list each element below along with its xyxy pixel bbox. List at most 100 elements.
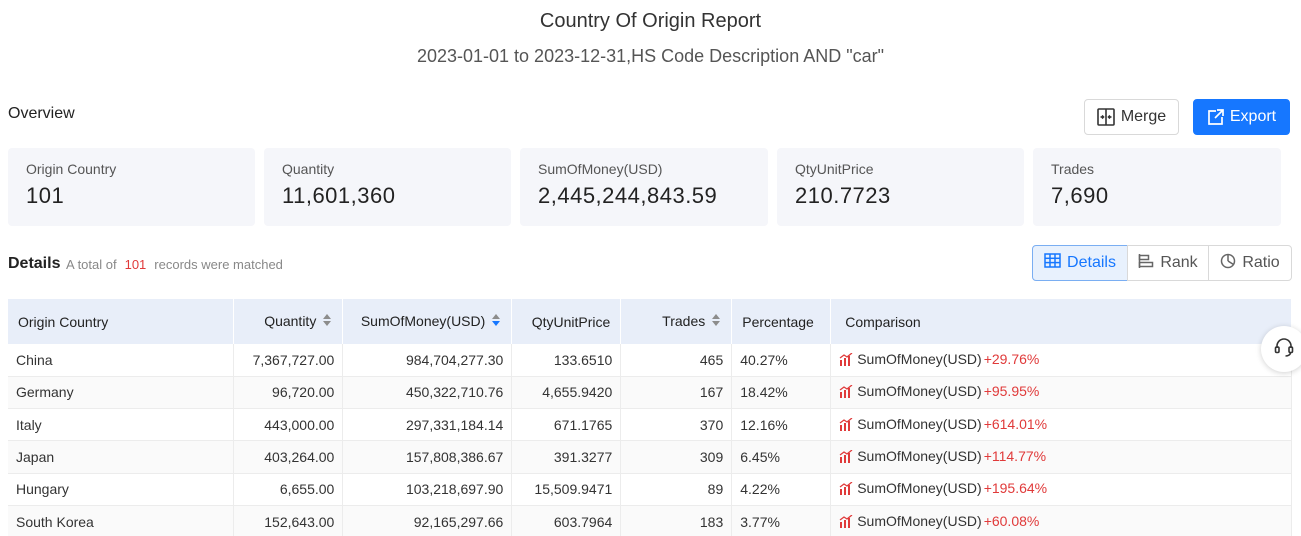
cell-comparison: SumOfMoney(USD) +614.01% — [830, 408, 1292, 442]
support-button[interactable] — [1261, 326, 1301, 372]
cell-sum: 92,165,297.66 — [342, 505, 513, 536]
cell-percentage: 12.16% — [731, 408, 832, 442]
comparison-change: +114.77% — [983, 448, 1047, 465]
comparison-change: +29.76% — [983, 350, 1040, 367]
view-tab-ratio[interactable]: Ratio — [1208, 245, 1292, 281]
trend-up-icon — [839, 384, 853, 401]
comparison-label: SumOfMoney(USD) — [857, 415, 982, 432]
cell-sum: 297,331,184.14 — [342, 408, 513, 442]
view-tab-label: Details — [1067, 254, 1116, 271]
cell-trades: 183 — [620, 505, 733, 536]
sort-icon[interactable] — [711, 313, 721, 330]
table-row[interactable]: Japan 403,264.00 157,808,386.67 391.3277… — [8, 440, 1292, 474]
cell-unit-price: 603.7964 — [511, 505, 622, 536]
cell-percentage: 4.22% — [731, 473, 832, 506]
trend-up-icon — [839, 352, 853, 369]
stat-card-origin-country: Origin Country 101 — [8, 148, 255, 226]
cell-sum: 450,322,710.76 — [342, 376, 513, 410]
cell-quantity: 152,643.00 — [233, 505, 344, 536]
table-row[interactable]: China 7,367,727.00 984,704,277.30 133.65… — [8, 344, 1292, 377]
stat-card-quantity: Quantity 11,601,360 — [264, 148, 511, 226]
comparison-change: +95.95% — [983, 383, 1040, 400]
comparison-label: SumOfMoney(USD) — [857, 448, 982, 465]
headset-icon — [1273, 336, 1295, 363]
column-header-label: Origin Country — [18, 313, 109, 330]
pie-chart-icon — [1220, 253, 1236, 274]
stat-label: Origin Country — [26, 161, 117, 177]
cell-sum: 103,218,697.90 — [342, 473, 513, 506]
comparison-change: +614.01% — [983, 415, 1048, 432]
cell-comparison: SumOfMoney(USD) +29.76% — [830, 344, 1292, 377]
column-header-label: Quantity — [264, 312, 317, 329]
cell-country: Japan — [8, 440, 235, 474]
records-prefix: A total of — [66, 257, 117, 272]
stat-value: 11,601,360 — [282, 183, 396, 208]
view-tab-details[interactable]: Details — [1032, 245, 1128, 281]
cell-country: Italy — [8, 408, 235, 442]
cell-quantity: 7,367,727.00 — [233, 344, 344, 377]
table-row[interactable]: Hungary 6,655.00 103,218,697.90 15,509.9… — [8, 473, 1292, 506]
cell-percentage: 40.27% — [731, 344, 832, 377]
view-tab-label: Ratio — [1242, 254, 1280, 271]
column-header-sum-of-money[interactable]: SumOfMoney(USD) — [342, 299, 513, 344]
cell-unit-price: 671.1765 — [511, 408, 622, 442]
merge-button[interactable]: Merge — [1084, 99, 1179, 135]
view-tab-label: Rank — [1160, 254, 1198, 271]
cell-trades: 370 — [620, 408, 733, 442]
trend-up-icon — [839, 449, 853, 466]
cell-country: Hungary — [8, 473, 235, 506]
cell-quantity: 6,655.00 — [233, 473, 344, 506]
cell-country: Germany — [8, 376, 235, 410]
table-row[interactable]: South Korea 152,643.00 92,165,297.66 603… — [8, 505, 1292, 536]
merge-icon — [1097, 108, 1115, 126]
bar-rank-icon — [1138, 253, 1154, 274]
merge-label: Merge — [1120, 108, 1167, 125]
stat-card-qty-unit-price: QtyUnitPrice 210.7723 — [777, 148, 1024, 226]
cell-percentage: 18.42% — [731, 376, 832, 410]
records-count: 101 — [124, 257, 147, 272]
table-row[interactable]: Germany 96,720.00 450,322,710.76 4,655.9… — [8, 376, 1292, 410]
column-header-label: Trades — [662, 312, 706, 329]
cell-trades: 309 — [620, 440, 733, 474]
details-heading: Details — [8, 255, 61, 272]
records-suffix: records were matched — [154, 257, 283, 272]
report-title: Country Of Origin Report — [539, 10, 762, 32]
view-tab-rank[interactable]: Rank — [1127, 245, 1209, 281]
sort-icon[interactable] — [322, 313, 332, 330]
cell-sum: 157,808,386.67 — [342, 440, 513, 474]
cell-unit-price: 391.3277 — [511, 440, 622, 474]
table-row[interactable]: Italy 443,000.00 297,331,184.14 671.1765… — [8, 408, 1292, 442]
export-label: Export — [1229, 108, 1277, 125]
comparison-change: +195.64% — [983, 480, 1048, 497]
stat-value: 2,445,244,843.59 — [538, 183, 718, 208]
column-header-qty-unit-price: QtyUnitPrice — [511, 299, 622, 344]
table-header-row: Origin Country Quantity SumOfMoney(USD) … — [8, 299, 1292, 344]
stat-value: 101 — [26, 183, 65, 208]
cell-country: China — [8, 344, 235, 377]
stat-label: SumOfMoney(USD) — [538, 161, 663, 177]
overview-heading: Overview — [8, 105, 75, 122]
report-subtitle: 2023-01-01 to 2023-12-31,HS Code Descrip… — [416, 46, 885, 66]
column-header-label: QtyUnitPrice — [531, 313, 611, 330]
comparison-label: SumOfMoney(USD) — [857, 512, 982, 529]
origin-country-table: Origin Country Quantity SumOfMoney(USD) … — [8, 299, 1292, 536]
cell-quantity: 96,720.00 — [233, 376, 344, 410]
stat-value: 7,690 — [1051, 183, 1109, 208]
stat-card-trades: Trades 7,690 — [1033, 148, 1281, 226]
cell-unit-price: 4,655.9420 — [511, 376, 622, 410]
cell-comparison: SumOfMoney(USD) +60.08% — [830, 505, 1292, 536]
cell-comparison: SumOfMoney(USD) +195.64% — [830, 473, 1292, 506]
column-header-trades[interactable]: Trades — [620, 299, 733, 344]
cell-unit-price: 15,509.9471 — [511, 473, 622, 506]
column-header-quantity[interactable]: Quantity — [233, 299, 344, 344]
column-header-label: SumOfMoney(USD) — [360, 312, 486, 329]
cell-sum: 984,704,277.30 — [342, 344, 513, 377]
stat-value: 210.7723 — [795, 183, 891, 208]
stat-label: Trades — [1051, 161, 1095, 177]
sort-descending-icon[interactable] — [491, 313, 501, 330]
comparison-label: SumOfMoney(USD) — [857, 480, 982, 497]
comparison-label: SumOfMoney(USD) — [857, 350, 982, 367]
cell-comparison: SumOfMoney(USD) +95.95% — [830, 376, 1292, 410]
comparison-change: +60.08% — [983, 512, 1040, 529]
export-button[interactable]: Export — [1193, 99, 1290, 135]
